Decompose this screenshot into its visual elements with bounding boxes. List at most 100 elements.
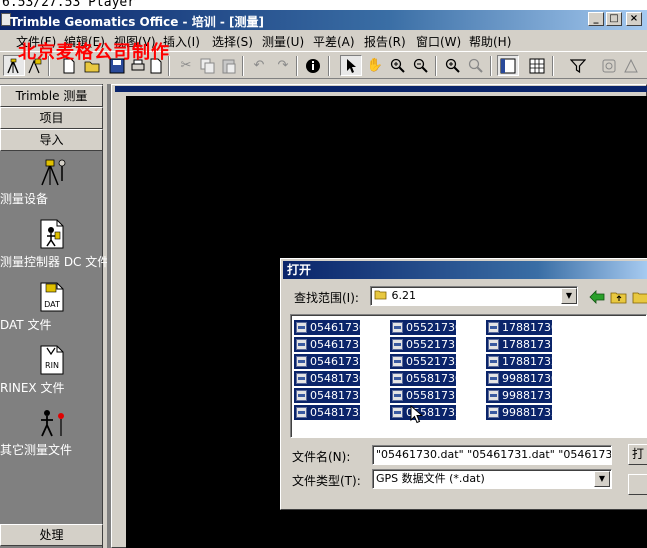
player-title: 6.53/27.53 Player — [2, 0, 136, 10]
rinex-file-tool[interactable]: RIN RINEX 文件 — [0, 344, 103, 395]
file-item[interactable]: 17881731 — [486, 337, 558, 352]
file-item[interactable]: 05481732 — [294, 405, 366, 420]
grid-icon[interactable] — [526, 55, 548, 76]
look-in-dropdown-button[interactable]: ▼ — [561, 288, 577, 304]
zoom-out-icon[interactable] — [410, 55, 432, 76]
file-list[interactable]: 05461730 05461731 05461732 05481730 0548… — [290, 314, 647, 438]
dat-file-label: DAT 文件 — [0, 318, 52, 332]
zoom-extents-icon[interactable] — [442, 55, 464, 76]
paste-icon[interactable] — [218, 55, 240, 76]
dat-file-small-icon — [296, 322, 307, 333]
cut-icon[interactable]: ✂ — [175, 55, 197, 76]
look-in-value: 6.21 — [391, 289, 417, 302]
menu-adjust[interactable]: 平差(A) — [313, 33, 355, 50]
dc-file-label: 测量控制器 DC 文件 — [0, 255, 110, 269]
screen-root: 6.53/27.53 Player Trimble Geomatics Offi… — [0, 0, 647, 548]
dat-file-icon: DAT — [40, 282, 63, 312]
file-item[interactable]: 05461731 — [294, 337, 366, 352]
dat-badge: DAT — [44, 300, 60, 309]
file-item[interactable]: 99881730 — [486, 371, 558, 386]
survey-view-title-bar[interactable] — [115, 86, 647, 92]
menu-reports[interactable]: 报告(R) — [364, 33, 406, 50]
player-bar: 6.53/27.53 Player — [0, 0, 647, 10]
back-arrow-icon[interactable] — [586, 286, 608, 307]
new-folder-icon[interactable] — [630, 286, 647, 307]
file-item[interactable]: 05521732 — [390, 354, 462, 369]
dat-file-small-icon — [296, 407, 307, 418]
toolbar-separator — [328, 56, 330, 76]
dat-file-small-icon — [392, 339, 403, 350]
network-adjust-icon[interactable] — [620, 55, 642, 76]
project-header[interactable]: 项目 — [0, 107, 103, 129]
dat-file-small-icon — [296, 339, 307, 350]
mouse-cursor-icon — [410, 405, 424, 424]
folder-icon — [374, 290, 387, 300]
dat-file-tool[interactable]: DAT DAT 文件 — [0, 281, 103, 332]
file-item[interactable]: 05461730 — [294, 320, 366, 335]
filetype-select[interactable]: GPS 数据文件 (*.dat) — [372, 469, 612, 489]
dat-file-small-icon — [296, 373, 307, 384]
zoom-previous-icon[interactable] — [465, 55, 487, 76]
filename-input[interactable]: "05461730.dat" "05461731.dat" "05461732 — [372, 445, 612, 465]
file-item[interactable]: 17881730 — [486, 320, 558, 335]
project-bar-icon[interactable] — [497, 55, 519, 76]
file-item[interactable]: 99881732 — [486, 405, 558, 420]
open-button[interactable]: 打 — [628, 444, 647, 465]
info-icon[interactable] — [302, 55, 324, 76]
up-folder-icon[interactable] — [608, 286, 630, 307]
dat-file-small-icon — [392, 373, 403, 384]
dat-file-small-icon — [392, 356, 403, 367]
menu-survey[interactable]: 测量(U) — [262, 33, 304, 50]
menu-help[interactable]: 帮助(H) — [469, 33, 511, 50]
dat-file-small-icon — [488, 407, 499, 418]
undo-icon[interactable]: ↶ — [248, 55, 270, 76]
dat-file-small-icon — [488, 373, 499, 384]
copy-icon[interactable] — [197, 55, 219, 76]
other-survey-files-tool[interactable]: 其它测量文件 — [0, 408, 103, 457]
look-in-select[interactable]: 6.21 — [370, 286, 578, 306]
toolbar-separator — [242, 56, 244, 76]
menu-window[interactable]: 窗口(W) — [416, 33, 461, 50]
file-item[interactable]: 05481731 — [294, 388, 366, 403]
file-item[interactable]: 05521730 — [390, 320, 462, 335]
cancel-button[interactable] — [628, 474, 647, 495]
trimble-survey-header[interactable]: Trimble 测量 — [0, 85, 103, 107]
process-header[interactable]: 处理 — [0, 524, 103, 546]
window-title-bar[interactable]: Trimble Geomatics Office - 培训 - [测量] _ □… — [0, 10, 647, 30]
zoom-in-icon[interactable] — [387, 55, 409, 76]
file-item[interactable]: 05581730 — [390, 371, 462, 386]
survey-equipment-tool[interactable]: 测量设备 — [0, 157, 103, 206]
file-item[interactable]: 05481730 — [294, 371, 366, 386]
filter-icon[interactable] — [567, 55, 589, 76]
dat-file-small-icon — [488, 356, 499, 367]
dat-file-small-icon — [296, 390, 307, 401]
file-item[interactable]: 05581731 — [390, 388, 462, 403]
dat-file-small-icon — [488, 322, 499, 333]
filetype-dropdown-button[interactable]: ▼ — [594, 471, 610, 487]
select-pointer-icon[interactable] — [340, 55, 362, 76]
minimize-button[interactable]: _ — [588, 12, 604, 26]
dat-file-small-icon — [392, 390, 403, 401]
dc-file-tool[interactable]: 测量控制器 DC 文件 — [0, 218, 109, 269]
pan-hand-icon[interactable]: ✋ — [364, 55, 386, 76]
rin-badge: RIN — [45, 361, 59, 370]
redo-icon[interactable]: ↷ — [272, 55, 294, 76]
dat-file-small-icon — [488, 390, 499, 401]
close-button[interactable]: × — [626, 12, 642, 26]
import-header[interactable]: 导入 — [0, 129, 103, 151]
dat-file-small-icon — [392, 407, 403, 418]
project-bar: Trimble 测量 项目 导入 测量设备 测量控制器 DC 文件 DAT DA… — [0, 84, 109, 548]
survey-equipment-icon — [40, 159, 65, 186]
maximize-button[interactable]: □ — [606, 12, 622, 26]
file-item[interactable]: 99881731 — [486, 388, 558, 403]
recompute-icon[interactable] — [598, 55, 620, 76]
file-item[interactable]: 05521731 — [390, 337, 462, 352]
watermark-text: 北京麦格公司制作 — [18, 42, 170, 63]
menu-select[interactable]: 选择(S) — [212, 33, 253, 50]
file-item[interactable]: 05461732 — [294, 354, 366, 369]
other-survey-files-icon — [40, 410, 64, 437]
dat-file-small-icon — [488, 339, 499, 350]
rinex-file-label: RINEX 文件 — [0, 381, 65, 395]
open-dialog-title[interactable]: 打开 — [283, 261, 647, 279]
file-item[interactable]: 17881732 — [486, 354, 558, 369]
